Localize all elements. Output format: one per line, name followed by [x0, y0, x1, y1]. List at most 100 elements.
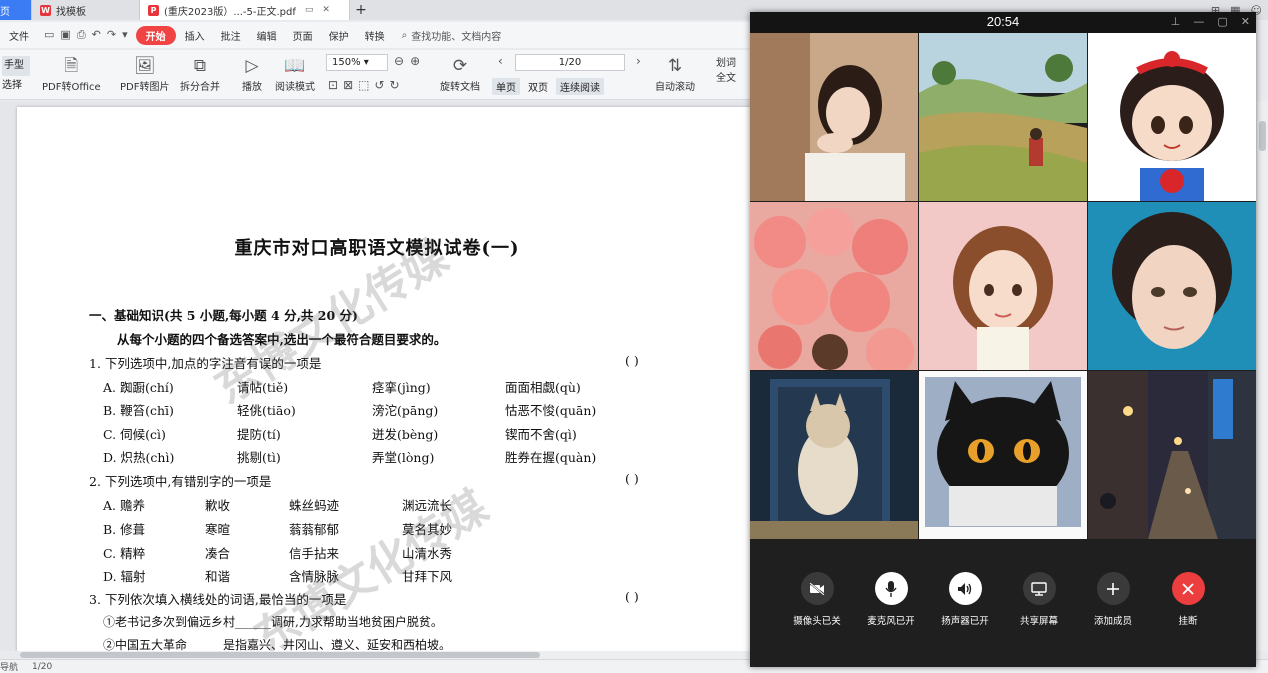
play-icon: ▷ — [245, 56, 259, 76]
dropdown-icon[interactable]: ▾ — [122, 28, 128, 42]
participant-tile[interactable] — [1088, 371, 1256, 539]
rotate-document-button[interactable]: ⟳ 旋转文档 — [440, 54, 480, 93]
single-page-button[interactable]: 单页 — [492, 78, 520, 95]
close-icon[interactable]: ✕ — [1241, 15, 1250, 28]
tab-pin-icon[interactable]: ▭ — [305, 5, 314, 15]
document-viewport[interactable]: 重庆市对口高职语文模拟试卷(一) 一、基础知识(共 5 小题,每小题 4 分,共… — [0, 101, 750, 651]
participant-tile[interactable] — [750, 202, 918, 370]
share-screen-button[interactable]: 共享屏幕 — [1006, 572, 1072, 627]
zoom-value: 150% — [332, 57, 361, 68]
book-icon: 📖 — [284, 56, 306, 76]
participant-tile[interactable] — [919, 371, 1087, 539]
q1-option: 滂沱(pāng) — [372, 403, 439, 418]
select-tool-button[interactable]: 选择 — [2, 76, 30, 96]
question-1: 1. 下列选项中,加点的字注音有误的一项是 — [89, 356, 322, 371]
actual-size-icon[interactable]: ⊡ — [328, 78, 343, 92]
split-merge-button[interactable]: ⧉ 拆分合并 — [180, 54, 220, 93]
horizontal-scrollbar[interactable] — [20, 651, 750, 659]
mic-toggle-button[interactable]: 麦克风已开 — [858, 572, 924, 627]
search-box[interactable]: ⌕ 查找功能、文档内容 — [402, 28, 502, 43]
q2-option: C. 精粹 — [103, 546, 146, 561]
q1-option: 怙恶不悛(quān) — [505, 403, 597, 418]
scroll-thumb[interactable] — [1259, 121, 1266, 151]
scroll-thumb[interactable] — [20, 652, 540, 658]
q1-option: C. 伺候(cì) — [103, 427, 166, 442]
monitor-icon — [1022, 572, 1056, 605]
app-window: 页 W 找模板 P (重庆2023版）...-5-正文.pdf ▭ ✕ + ⊞ … — [0, 0, 1268, 673]
save-icon[interactable]: ▣ — [60, 28, 70, 42]
participant-photo — [750, 371, 918, 539]
q2-option: 蛛丝蚂迹 — [289, 498, 340, 513]
underline-button[interactable]: 划词 全文 — [716, 54, 736, 84]
prev-page-icon[interactable]: ‹ — [498, 54, 503, 68]
rotate-doc-icon: ⟳ — [452, 56, 468, 76]
menu-file[interactable]: 文件 — [2, 26, 36, 45]
q1-option: 锲而不舍(qì) — [505, 427, 577, 442]
menu-protect[interactable]: 保护 — [322, 26, 356, 45]
tab-close-icon[interactable]: ✕ — [322, 5, 330, 15]
pin-icon[interactable]: ⊥ — [1171, 15, 1181, 28]
tab-templates[interactable]: W 找模板 — [32, 0, 140, 20]
maximize-icon[interactable]: ▢ — [1217, 15, 1227, 28]
rotate-left-icon[interactable]: ↺ — [374, 78, 389, 92]
participant-tile[interactable] — [750, 371, 918, 539]
microphone-icon — [874, 572, 908, 605]
participant-tile[interactable] — [919, 202, 1087, 370]
open-icon[interactable]: ▭ — [44, 28, 54, 42]
tab-templates-label: 找模板 — [56, 6, 86, 18]
tab-document[interactable]: P (重庆2023版）...-5-正文.pdf ▭ ✕ — [140, 0, 350, 20]
pdf-to-office-button[interactable]: 🗎 PDF转Office — [42, 54, 101, 93]
tool-select-group: 手型 选择 — [2, 56, 30, 96]
menu-convert[interactable]: 转换 — [358, 26, 392, 45]
tab-home[interactable]: 页 — [0, 0, 32, 20]
new-tab-button[interactable]: + — [350, 0, 372, 20]
hangup-button[interactable]: 挂断 — [1155, 572, 1221, 627]
menu-edit[interactable]: 编辑 — [250, 26, 284, 45]
q2-option: B. 修葺 — [103, 522, 146, 537]
fit-width-icon[interactable]: ⬚ — [358, 78, 374, 92]
zoom-out-icon[interactable]: ⊖ — [394, 54, 410, 68]
print-icon[interactable]: ⎙ — [77, 28, 86, 42]
fit-page-icon[interactable]: ⊠ — [343, 78, 358, 92]
page-input[interactable]: 1/20 — [515, 54, 625, 71]
participant-tile[interactable] — [1088, 202, 1256, 370]
menu-page[interactable]: 页面 — [286, 26, 320, 45]
add-member-button[interactable]: 添加成员 — [1080, 572, 1146, 627]
participant-tile[interactable] — [1088, 33, 1256, 201]
double-page-button[interactable]: 双页 — [524, 78, 552, 95]
menu-toolbar: 文件 ▭ ▣ ⎙ ↶ ↷ ▾ 开始 插入 批注 编辑 页面 保护 转换 ⌕ 查找… — [0, 22, 750, 48]
q2-option: 信手拈来 — [289, 546, 340, 561]
rotate-right-icon[interactable]: ↻ — [390, 78, 405, 92]
zoom-in-icon[interactable]: ⊕ — [410, 54, 426, 68]
hand-tool-button[interactable]: 手型 — [2, 56, 30, 76]
plus-icon — [1096, 572, 1130, 605]
nav-label[interactable]: 导航 — [0, 660, 18, 673]
next-page-icon[interactable]: › — [636, 54, 641, 68]
participant-tile[interactable] — [919, 33, 1087, 201]
pdf-to-image-button[interactable]: 🖼 PDF转图片 — [120, 54, 169, 93]
undo-icon[interactable]: ↶ — [92, 28, 101, 42]
q1-option: 面面相觑(qù) — [505, 380, 581, 395]
play-button[interactable]: ▷ 播放 — [242, 54, 262, 93]
minimize-icon[interactable]: — — [1193, 15, 1204, 28]
menu-annotate[interactable]: 批注 — [214, 26, 248, 45]
menu-start[interactable]: 开始 — [135, 25, 176, 45]
answer-paren-3: ( ) — [625, 589, 639, 604]
auto-scroll-button[interactable]: ⇅ 自动滚动 — [655, 54, 695, 93]
speaker-toggle-button[interactable]: 扬声器已开 — [932, 572, 998, 627]
q2-option: 含情脉脉 — [289, 569, 340, 584]
answer-paren-2: ( ) — [625, 471, 639, 486]
q1-option: 挑剔(tì) — [237, 450, 281, 465]
camera-toggle-button[interactable]: 摄像头已关 — [784, 572, 850, 627]
redo-icon[interactable]: ↷ — [107, 28, 116, 42]
participant-photo — [750, 202, 918, 370]
participant-tile[interactable] — [750, 33, 918, 201]
page-indicator: 1/20 — [558, 57, 582, 68]
zoom-select[interactable]: 150% ▾ — [326, 54, 388, 71]
continuous-read-button[interactable]: 连续阅读 — [556, 78, 604, 95]
read-mode-button[interactable]: 📖 阅读模式 — [275, 54, 315, 93]
q1-option: 胜券在握(quàn) — [505, 450, 597, 465]
camera-label: 摄像头已关 — [793, 616, 841, 627]
vertical-scrollbar[interactable] — [1257, 101, 1268, 651]
menu-insert[interactable]: 插入 — [178, 26, 212, 45]
